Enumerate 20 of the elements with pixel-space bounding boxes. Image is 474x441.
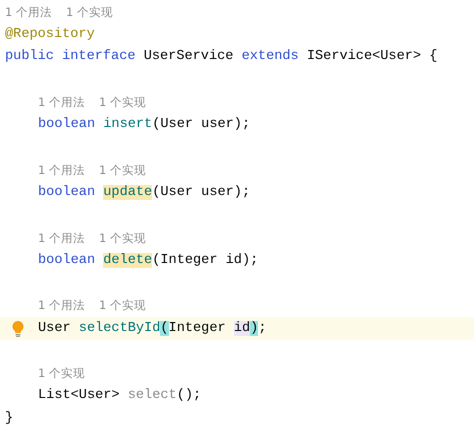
code-line: List<User> select(); bbox=[38, 387, 202, 406]
code-line: boolean delete(Integer id); bbox=[38, 252, 258, 270]
inlay-hint[interactable]: 1 个用法 bbox=[38, 94, 85, 112]
code-line: @Repository bbox=[5, 26, 95, 44]
code-line: public interface UserService extends IService<User> { bbox=[5, 48, 438, 66]
inlay-hint[interactable]: 1 个实现 bbox=[38, 365, 85, 382]
inlay-hint[interactable]: 1 个用法 bbox=[38, 230, 85, 247]
inlay-hint[interactable]: 1 个用法 bbox=[5, 4, 52, 21]
code-line: User selectById(Integer id); bbox=[38, 320, 266, 338]
inlay-hint[interactable]: 1 个实现 bbox=[98, 94, 146, 112]
inlay-hint[interactable]: 1 个实现 bbox=[98, 297, 146, 315]
inlay-hint[interactable]: 1 个用法 bbox=[38, 297, 85, 315]
code-line: } bbox=[5, 410, 14, 428]
lightbulb-icon[interactable] bbox=[12, 321, 24, 338]
inlay-hint[interactable]: 1 个用法 bbox=[38, 162, 85, 180]
inlay-hint[interactable]: 1 个实现 bbox=[98, 162, 146, 180]
code-line: boolean update(User user); bbox=[38, 184, 250, 202]
code-line: boolean insert(User user); bbox=[38, 116, 250, 134]
inlay-hint[interactable]: 1 个实现 bbox=[98, 230, 146, 247]
inlay-hint[interactable]: 1 个实现 bbox=[66, 4, 113, 21]
